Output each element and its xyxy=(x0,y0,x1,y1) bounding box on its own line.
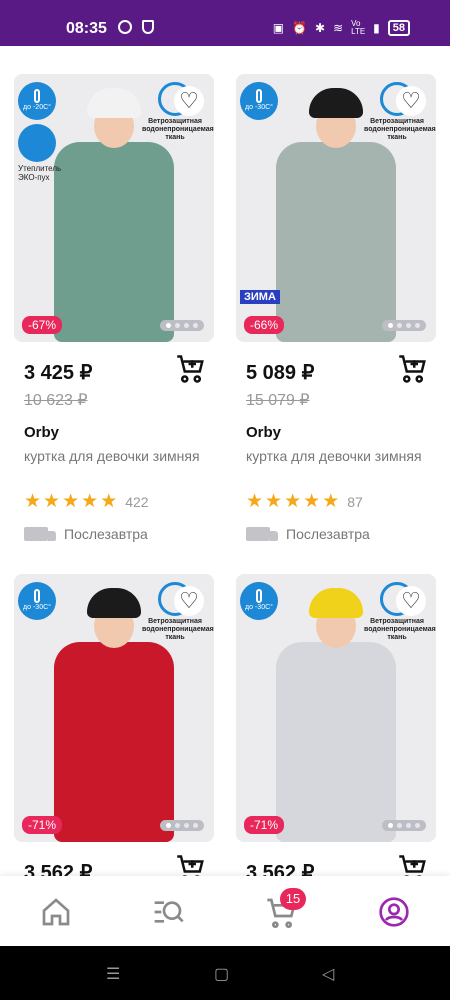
product-photo[interactable]: до -20С° Утеплитель ЭКО-пух Ветрозащитна… xyxy=(14,74,214,342)
carousel-dots[interactable] xyxy=(382,320,426,331)
temperature-badge: до -30С° xyxy=(240,582,278,620)
bottom-tab-bar: 15 xyxy=(0,876,450,946)
star-icon: ★ xyxy=(284,491,302,512)
carousel-dots[interactable] xyxy=(160,820,204,831)
rating-count: 422 xyxy=(125,494,149,510)
product-photo[interactable]: до -30С° Ветрозащитная водонепроницаемая… xyxy=(14,574,214,842)
favorite-heart-icon[interactable]: ♡ xyxy=(174,86,204,116)
price: 3 562 ₽ xyxy=(24,862,93,876)
hat-shape xyxy=(309,588,363,618)
product-description: куртка для девочки зимняя xyxy=(246,448,422,464)
delivery-info: Послезавтра xyxy=(246,526,370,542)
price: 5 089 ₽ xyxy=(246,362,315,384)
status-bar: 08:35 ▣ ⏰ ✱ ≋ Vo LTE ▮ 58 xyxy=(0,0,450,46)
delivery-info: Послезавтра xyxy=(24,526,148,542)
carousel-dots[interactable] xyxy=(160,320,204,331)
temperature-badge: до -30С° xyxy=(18,582,56,620)
shield-icon xyxy=(142,20,154,34)
nfc-icon: ▣ xyxy=(272,21,285,35)
star-icon: ★ xyxy=(322,491,340,512)
truck-icon xyxy=(24,527,56,541)
coat-shape xyxy=(276,642,396,842)
profile-icon[interactable] xyxy=(378,896,410,928)
add-to-cart-icon[interactable] xyxy=(398,354,428,384)
catalog-search-icon[interactable] xyxy=(152,896,184,928)
discount-badge: -67% xyxy=(22,316,63,334)
coat-shape xyxy=(276,142,396,342)
rating: ★ ★ ★ ★ ★ 422 xyxy=(24,492,149,512)
eco-badge-icon xyxy=(18,124,56,162)
home-icon[interactable] xyxy=(40,896,72,928)
discount-badge: -71% xyxy=(22,816,63,834)
brand-name: Orby xyxy=(24,424,60,441)
brand-name: Orby xyxy=(246,424,282,441)
truck-icon xyxy=(246,527,278,541)
discount-badge: -71% xyxy=(244,816,285,834)
star-icon: ★ xyxy=(81,491,99,512)
discount-badge: -66% xyxy=(244,316,285,334)
winter-label: ЗИМА xyxy=(240,290,280,304)
product-photo[interactable]: до -30С° Ветрозащитная водонепроницаемая… xyxy=(236,574,436,842)
signal-icon: ▮ xyxy=(373,21,380,35)
home-button-icon[interactable]: ▢ xyxy=(214,964,229,984)
back-icon[interactable]: ◁ xyxy=(322,964,334,984)
status-left-icons xyxy=(118,20,154,34)
cart-count-badge: 15 xyxy=(280,888,306,910)
product-grid[interactable]: до -20С° Утеплитель ЭКО-пух Ветрозащитна… xyxy=(0,46,450,876)
status-right-icons: ▣ ⏰ ✱ ≋ Vo LTE ▮ 58 xyxy=(273,20,410,36)
temperature-badge: до -20С° xyxy=(18,82,56,120)
rating: ★ ★ ★ ★ ★ 87 xyxy=(246,492,363,512)
price: 3 425 ₽ xyxy=(24,362,93,384)
hat-shape xyxy=(87,588,141,618)
status-time: 08:35 xyxy=(66,20,107,37)
hat-shape xyxy=(309,88,363,118)
add-to-cart-icon[interactable] xyxy=(398,854,428,876)
system-nav-bar: ☰ ▢ ◁ xyxy=(0,946,450,1000)
hat-shape xyxy=(87,88,141,118)
favorite-heart-icon[interactable]: ♡ xyxy=(396,86,426,116)
battery-icon: 58 xyxy=(387,20,410,36)
star-icon: ★ xyxy=(303,491,321,512)
favorite-heart-icon[interactable]: ♡ xyxy=(396,586,426,616)
star-icon: ★ xyxy=(24,491,42,512)
star-icon: ★ xyxy=(100,491,118,512)
product-photo[interactable]: до -30С° Ветрозащитная водонепроницаемая… xyxy=(236,74,436,342)
old-price: 15 079 ₽ xyxy=(246,392,310,409)
bluetooth-icon: ✱ xyxy=(315,21,326,35)
star-icon: ★ xyxy=(246,491,264,512)
price: 3 562 ₽ xyxy=(246,862,315,876)
product-description: куртка для девочки зимняя xyxy=(24,448,200,464)
coat-shape xyxy=(54,642,174,842)
alarm-icon: ⏰ xyxy=(292,21,308,35)
favorite-heart-icon[interactable]: ♡ xyxy=(174,586,204,616)
app-notification-icon xyxy=(118,20,132,34)
temperature-badge: до -30С° xyxy=(240,82,278,120)
wifi-icon: ≋ xyxy=(333,21,344,35)
carousel-dots[interactable] xyxy=(382,820,426,831)
add-to-cart-icon[interactable] xyxy=(176,854,206,876)
rating-count: 87 xyxy=(347,494,363,510)
star-icon: ★ xyxy=(43,491,61,512)
star-icon: ★ xyxy=(265,491,283,512)
coat-shape xyxy=(54,142,174,342)
recent-apps-icon[interactable]: ☰ xyxy=(106,964,120,984)
network-label: Vo LTE xyxy=(351,19,366,36)
old-price: 10 623 ₽ xyxy=(24,392,88,409)
star-icon: ★ xyxy=(62,491,80,512)
add-to-cart-icon[interactable] xyxy=(176,354,206,384)
eco-label: Утеплитель ЭКО-пух xyxy=(18,164,62,182)
